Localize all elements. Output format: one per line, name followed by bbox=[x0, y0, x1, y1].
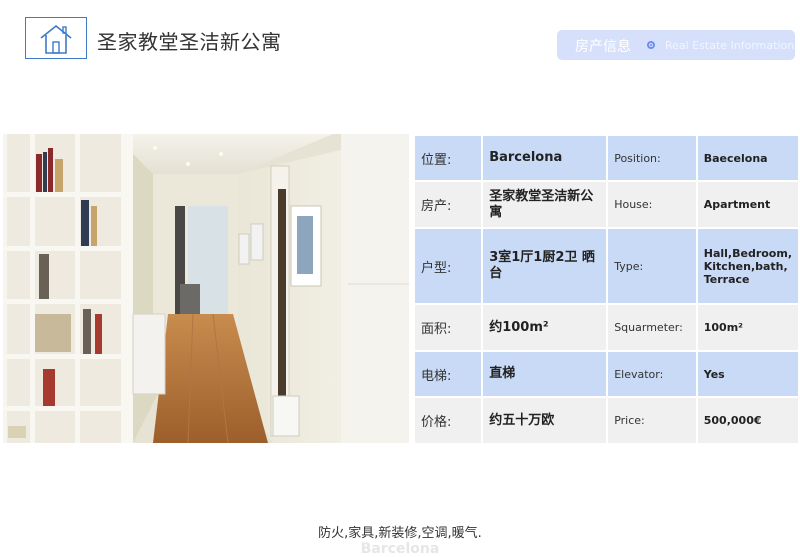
logo bbox=[25, 17, 87, 59]
label-cn: 面积: bbox=[412, 303, 484, 352]
table-row: 户型: 3室1厅1厨2卫 晒台 Type: Hall,Bedroom, Kitc… bbox=[412, 227, 800, 305]
table-row: 面积: 约100m² Squarmeter: 100m² bbox=[412, 303, 800, 352]
page-title: 圣家教堂圣洁新公寓 bbox=[97, 30, 282, 54]
badge-label-en: Real Estate Information bbox=[665, 39, 795, 52]
badge-label-cn: 房产信息 bbox=[575, 39, 631, 55]
value-cn: 3室1厅1厨2卫 晒台 bbox=[481, 227, 609, 305]
label-en: Elevator: bbox=[606, 350, 698, 398]
label-en: Squarmeter: bbox=[606, 303, 698, 352]
value-en: Apartment bbox=[695, 180, 800, 229]
label-cn: 电梯: bbox=[412, 350, 484, 398]
table-row: 价格: 约五十万欧 Price: 500,000€ bbox=[412, 396, 800, 445]
label-cn: 价格: bbox=[412, 396, 484, 445]
table-row: 房产: 圣家教堂圣洁新公寓 House: Apartment bbox=[412, 180, 800, 229]
value-en: Yes bbox=[695, 350, 800, 398]
value-cn: 直梯 bbox=[481, 350, 609, 398]
house-icon bbox=[40, 24, 72, 54]
hallway-interior-photo bbox=[3, 134, 409, 443]
label-cn: 户型: bbox=[412, 227, 484, 305]
value-en: 100m² bbox=[695, 303, 800, 352]
value-cn: 圣家教堂圣洁新公寓 bbox=[481, 180, 609, 229]
partial-caption: Barcelona bbox=[360, 541, 440, 557]
value-en: 500,000€ bbox=[695, 396, 800, 445]
value-cn: 约五十万欧 bbox=[481, 396, 609, 445]
label-cn: 位置: bbox=[412, 134, 484, 182]
features-note: 防火,家具,新装修,空调,暖气. bbox=[318, 526, 482, 541]
table-row: 电梯: 直梯 Elevator: Yes bbox=[412, 350, 800, 398]
value-en: Baecelona bbox=[695, 134, 800, 182]
label-cn: 房产: bbox=[412, 180, 484, 229]
property-info-table: 位置: Barcelona Position: Baecelona 房产: 圣家… bbox=[412, 134, 800, 445]
table-row: 位置: Barcelona Position: Baecelona bbox=[412, 134, 800, 182]
value-cn: Barcelona bbox=[481, 134, 609, 182]
target-dot-icon bbox=[647, 41, 655, 49]
label-en: Price: bbox=[606, 396, 698, 445]
label-en: House: bbox=[606, 180, 698, 229]
info-badge: 房产信息 Real Estate Information bbox=[557, 30, 795, 60]
label-en: Position: bbox=[606, 134, 698, 182]
label-en: Type: bbox=[606, 227, 698, 305]
value-cn: 约100m² bbox=[481, 303, 609, 352]
value-en: Hall,Bedroom, Kitchen,bath, Terrace bbox=[695, 227, 800, 305]
